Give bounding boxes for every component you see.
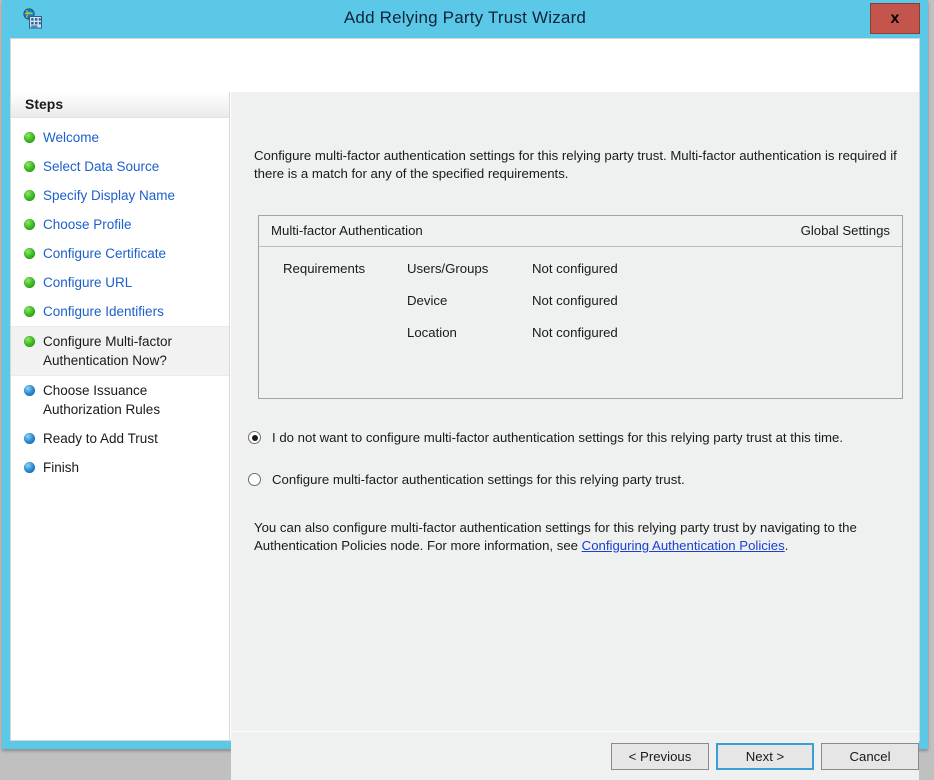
sidebar-item-choose-issuance-authorization-rules[interactable]: Choose Issuance Authorization Rules bbox=[11, 376, 229, 424]
radio-option-configure[interactable]: Configure multi-factor authentication se… bbox=[239, 471, 911, 489]
content-pane: Configure multi-factor authentication se… bbox=[231, 92, 919, 740]
radio-option-label: Configure multi-factor authentication se… bbox=[272, 472, 685, 487]
requirement-name: Location bbox=[407, 325, 457, 340]
step-status-done-icon bbox=[24, 306, 35, 317]
requirements-label: Requirements bbox=[283, 261, 366, 276]
window-title: Add Relying Party Trust Wizard bbox=[343, 8, 587, 27]
next-button[interactable]: Next > bbox=[716, 743, 814, 770]
sidebar-item-configure-identifiers[interactable]: Configure Identifiers bbox=[11, 297, 229, 326]
sidebar-item-label: Select Data Source bbox=[43, 159, 160, 174]
radio-button-icon[interactable] bbox=[248, 473, 261, 486]
sidebar-item-choose-profile[interactable]: Choose Profile bbox=[11, 210, 229, 239]
requirement-value: Not configured bbox=[532, 325, 618, 340]
panel-scope: Global Settings bbox=[800, 223, 890, 238]
sidebar-item-label: Ready to Add Trust bbox=[43, 431, 158, 446]
sidebar-item-label: Choose Issuance Authorization Rules bbox=[43, 383, 161, 417]
title-bar: Add Relying Party Trust Wizard x bbox=[2, 0, 928, 38]
close-icon[interactable]: x bbox=[870, 3, 920, 34]
cancel-button[interactable]: Cancel bbox=[821, 743, 919, 770]
panel-title: Multi-factor Authentication bbox=[271, 223, 423, 238]
sidebar-item-select-data-source[interactable]: Select Data Source bbox=[11, 152, 229, 181]
button-bar: < Previous Next > Cancel bbox=[231, 731, 919, 780]
sidebar-item-label: Configure Identifiers bbox=[43, 304, 164, 319]
step-status-done-icon bbox=[24, 190, 35, 201]
step-status-pending-icon bbox=[24, 385, 35, 396]
step-status-pending-icon bbox=[24, 433, 35, 444]
step-status-pending-icon bbox=[24, 462, 35, 473]
step-status-done-icon bbox=[24, 248, 35, 259]
step-status-done-icon bbox=[24, 336, 35, 347]
radio-option-label: I do not want to configure multi-factor … bbox=[272, 430, 843, 445]
table-row: Location Not configured bbox=[259, 325, 902, 357]
sidebar-item-configure-multi-factor-authentication-now[interactable]: Configure Multi-factor Authentication No… bbox=[11, 326, 229, 376]
steps-list: Welcome Select Data Source Specify Displ… bbox=[11, 118, 229, 482]
header-band bbox=[11, 39, 919, 92]
sidebar-item-specify-display-name[interactable]: Specify Display Name bbox=[11, 181, 229, 210]
sidebar-item-welcome[interactable]: Welcome bbox=[11, 123, 229, 152]
panel-header: Multi-factor Authentication Global Setti… bbox=[259, 216, 902, 247]
requirement-name: Users/Groups bbox=[407, 261, 489, 276]
requirement-value: Not configured bbox=[532, 261, 618, 276]
table-row: Device Not configured bbox=[259, 293, 902, 325]
step-status-done-icon bbox=[24, 132, 35, 143]
sidebar-item-label: Welcome bbox=[43, 130, 100, 145]
sidebar-item-label: Choose Profile bbox=[43, 217, 132, 232]
requirement-name: Device bbox=[407, 293, 448, 308]
previous-button[interactable]: < Previous bbox=[611, 743, 709, 770]
step-status-done-icon bbox=[24, 219, 35, 230]
client-area: Steps Welcome Select Data Source Specify… bbox=[10, 38, 920, 780]
multi-factor-authentication-panel: Multi-factor Authentication Global Setti… bbox=[258, 215, 903, 399]
steps-header: Steps bbox=[11, 92, 229, 118]
radio-button-icon[interactable] bbox=[248, 431, 261, 444]
requirements-table: Requirements Users/Groups Not configured… bbox=[259, 247, 902, 357]
sidebar-item-label: Finish bbox=[43, 460, 80, 475]
mfa-options-group: I do not want to configure multi-factor … bbox=[239, 429, 911, 513]
sidebar-item-label: Configure URL bbox=[43, 275, 133, 290]
requirement-value: Not configured bbox=[532, 293, 618, 308]
table-row: Requirements Users/Groups Not configured bbox=[259, 261, 902, 293]
footnote-text-after: . bbox=[784, 538, 789, 553]
configuring-authentication-policies-link[interactable]: Configuring Authentication Policies bbox=[582, 538, 785, 553]
intro-text: Configure multi-factor authentication se… bbox=[254, 148, 897, 181]
sidebar-item-ready-to-add-trust[interactable]: Ready to Add Trust bbox=[11, 424, 229, 453]
radio-option-do-not-configure[interactable]: I do not want to configure multi-factor … bbox=[239, 429, 911, 447]
wizard-window: Add Relying Party Trust Wizard x Steps W… bbox=[2, 0, 928, 780]
sidebar-item-configure-certificate[interactable]: Configure Certificate bbox=[11, 239, 229, 268]
sidebar-item-configure-url[interactable]: Configure URL bbox=[11, 268, 229, 297]
sidebar-item-finish[interactable]: Finish bbox=[11, 453, 229, 482]
footnote-text: You can also configure multi-factor auth… bbox=[254, 519, 906, 555]
sidebar-item-label: Configure Certificate bbox=[43, 246, 167, 261]
step-status-done-icon bbox=[24, 161, 35, 172]
sidebar-item-label: Configure Multi-factor Authentication No… bbox=[43, 334, 173, 368]
steps-sidebar: Steps Welcome Select Data Source Specify… bbox=[11, 92, 230, 740]
sidebar-item-label: Specify Display Name bbox=[43, 188, 176, 203]
step-status-done-icon bbox=[24, 277, 35, 288]
